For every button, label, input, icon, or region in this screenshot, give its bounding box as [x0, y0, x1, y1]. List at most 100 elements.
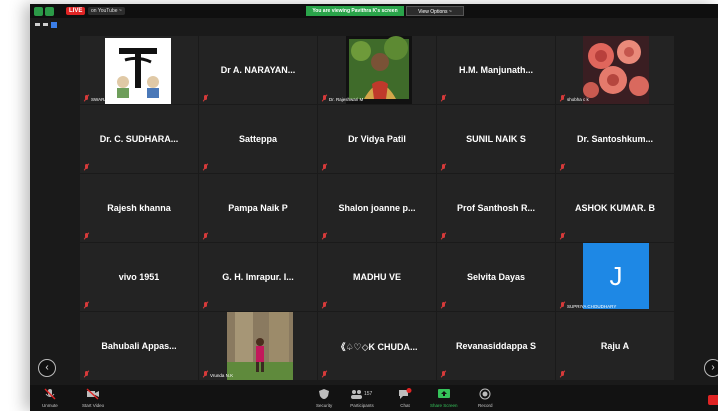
muted-mic-icon	[560, 233, 565, 239]
participant-video	[346, 36, 412, 104]
muted-mic-icon	[560, 95, 565, 101]
participant-tile[interactable]: Dr. C. SUDHARA...	[80, 105, 198, 173]
participant-name: Raju A	[600, 341, 630, 351]
participant-tile[interactable]: Rajesh khanna	[80, 174, 198, 242]
unmute-label: Unmute	[42, 403, 58, 408]
participant-tile[interactable]: Bahubali Appas...	[80, 312, 198, 380]
participant-label: shobha c k	[567, 97, 589, 102]
next-page-button[interactable]: ›	[704, 359, 718, 377]
gallery-grid: SWARAJ OF LIFE... Dr A. NARAYAN... Dr. R…	[80, 36, 674, 380]
zoom-window: LIVE on YouTube ~ You are viewing Pavith…	[30, 4, 718, 411]
participant-name: H.M. Manjunath...	[459, 65, 533, 75]
participants-button[interactable]: 157 Participants	[350, 388, 374, 408]
participant-tile[interactable]: ASHOK KUMAR. B	[556, 174, 674, 242]
participant-tile[interactable]: G. H. Imrapur. I...	[199, 243, 317, 311]
participant-tile[interactable]: 《♤♡◇K CHUDA...	[318, 312, 436, 380]
participant-tile[interactable]: Vrunda N.K	[199, 312, 317, 380]
window-controls	[34, 7, 54, 16]
muted-mic-icon	[441, 95, 446, 101]
participant-name: 《♤♡◇K CHUDA...	[336, 341, 418, 352]
record-icon	[479, 388, 491, 400]
muted-mic-icon	[322, 233, 327, 239]
participant-name: vivo 1951	[118, 272, 160, 282]
participant-tile[interactable]: shobha c k	[556, 36, 674, 104]
participant-tile[interactable]: Revanasiddappa S	[437, 312, 555, 380]
restore-icon[interactable]	[43, 23, 48, 26]
minimize-icon[interactable]	[35, 23, 40, 26]
participants-label: Participants	[350, 403, 374, 408]
profile-logo	[105, 38, 171, 104]
participant-name: MADHU VE	[352, 272, 401, 282]
muted-mic-icon	[560, 302, 565, 308]
shield-icon	[34, 7, 43, 16]
participant-tile[interactable]: Satteppa	[199, 105, 317, 173]
sharing-banner: You are viewing Pavithra K's screen	[306, 6, 404, 16]
participant-tile[interactable]: Selvita Dayas	[437, 243, 555, 311]
muted-mic-icon	[84, 95, 89, 101]
chat-button[interactable]: Chat	[398, 388, 412, 408]
youtube-stream-menu[interactable]: on YouTube ~	[88, 7, 125, 15]
shield-icon	[319, 389, 330, 399]
muted-mic-icon	[84, 371, 89, 377]
unmute-button[interactable]: Unmute	[42, 388, 58, 408]
participant-tile[interactable]: Raju A	[556, 312, 674, 380]
muted-mic-icon	[203, 371, 208, 377]
gallery-view-icon[interactable]	[51, 22, 57, 28]
participant-name: Revanasiddappa S	[455, 341, 537, 351]
chevron-right-icon: ›	[711, 362, 715, 373]
chat-label: Chat	[400, 403, 410, 408]
muted-mic-icon	[441, 164, 446, 170]
participant-tile[interactable]: Shalon joanne p...	[318, 174, 436, 242]
muted-mic-icon	[203, 233, 208, 239]
video-off-icon	[86, 388, 100, 400]
muted-mic-icon	[322, 164, 327, 170]
muted-mic-icon	[322, 371, 327, 377]
participant-name: Shalon joanne p...	[338, 203, 416, 213]
muted-mic-icon	[441, 302, 446, 308]
participant-name: Dr A. NARAYAN...	[220, 65, 296, 75]
meeting-toolbar: Unmute Start Video Security 157 Particip…	[30, 385, 718, 411]
participant-name: G. H. Imrapur. I...	[222, 272, 294, 282]
security-button[interactable]: Security	[316, 388, 332, 408]
view-options-button[interactable]: View Options ~	[406, 6, 464, 16]
avatar: J	[583, 243, 649, 309]
participant-tile[interactable]: MADHU VE	[318, 243, 436, 311]
top-bar: LIVE on YouTube ~ You are viewing Pavith…	[30, 4, 718, 18]
participant-name: Prof Santhosh R...	[456, 203, 535, 213]
record-button[interactable]: Record	[478, 388, 493, 408]
participant-name: Satteppa	[238, 134, 277, 144]
security-label: Security	[316, 403, 333, 408]
start-video-button[interactable]: Start Video	[82, 388, 104, 408]
participant-tile[interactable]: SWARAJ OF LIFE...	[80, 36, 198, 104]
avatar-letter: J	[609, 260, 623, 291]
participants-icon: 157	[351, 390, 373, 399]
participant-tile[interactable]: Pampa Naik P	[199, 174, 317, 242]
live-badge[interactable]: LIVE	[66, 7, 86, 15]
participant-name: Rajesh khanna	[107, 203, 171, 213]
participant-name: Bahubali Appas...	[101, 341, 177, 351]
end-meeting-button[interactable]	[708, 395, 718, 405]
participant-tile[interactable]: vivo 1951	[80, 243, 198, 311]
participant-tile[interactable]: Dr. Santoshkum...	[556, 105, 674, 173]
share-screen-icon	[437, 389, 450, 398]
muted-mic-icon	[203, 95, 208, 101]
participant-tile[interactable]: SUNIL NAIK S	[437, 105, 555, 173]
participant-label: Dr. Rajeshwari M	[329, 97, 364, 102]
participant-tile[interactable]: Dr Vidya Patil	[318, 105, 436, 173]
participant-tile[interactable]: H.M. Manjunath...	[437, 36, 555, 104]
share-screen-button[interactable]: Share Screen	[430, 388, 458, 408]
muted-mic-icon	[84, 164, 89, 170]
grid-icon	[45, 7, 54, 16]
muted-mic-icon	[441, 233, 446, 239]
participant-tile[interactable]: Dr. Rajeshwari M	[318, 36, 436, 104]
participant-tile[interactable]: Prof Santhosh R...	[437, 174, 555, 242]
muted-mic-icon	[322, 302, 327, 308]
screen-controls-bar	[30, 18, 718, 34]
muted-mic-icon	[203, 164, 208, 170]
record-label: Record	[478, 403, 493, 408]
participant-name: Selvita Dayas	[466, 272, 526, 282]
participant-tile[interactable]: J SUPRIYA CHOUDHARY	[556, 243, 674, 311]
muted-mic-icon	[84, 302, 89, 308]
participant-tile[interactable]: Dr A. NARAYAN...	[199, 36, 317, 104]
previous-page-button[interactable]: ‹	[38, 359, 56, 377]
